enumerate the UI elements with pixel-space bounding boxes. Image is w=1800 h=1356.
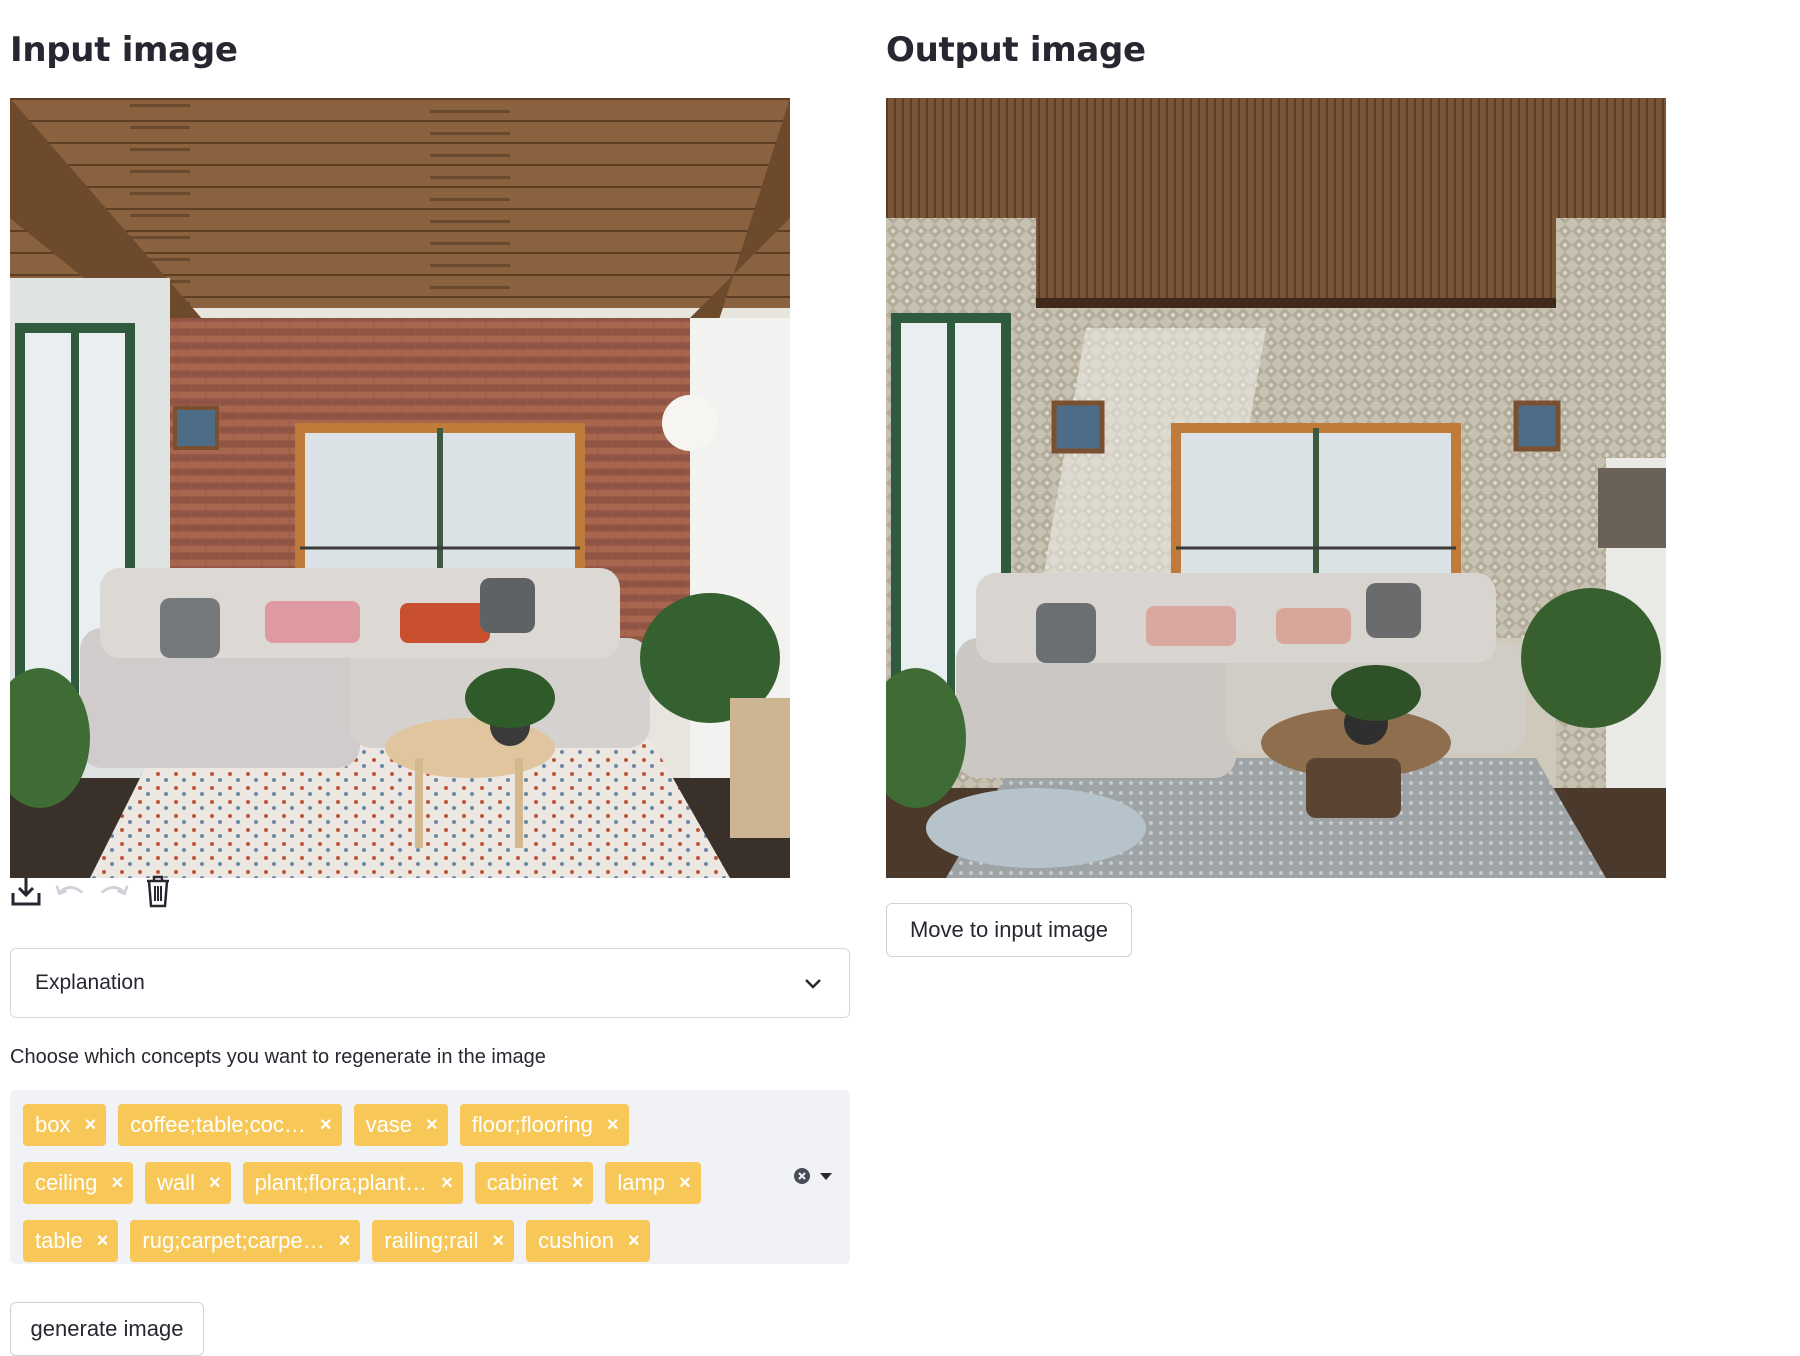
remove-tag-icon[interactable]: ×: [492, 1230, 504, 1253]
tag-table: table ×: [23, 1220, 119, 1262]
move-to-input-button[interactable]: Move to input image: [886, 903, 1132, 957]
tag-coffee-table: coffee;table;coc… ×: [118, 1104, 342, 1146]
concepts-multiselect[interactable]: box × coffee;table;coc… × vase × floor;floo…: [10, 1090, 850, 1264]
multiselect-controls: [793, 1167, 833, 1185]
tag-row: table × rug;carpet;carpe… × railing;rail × …: [23, 1220, 650, 1262]
remove-tag-icon[interactable]: ×: [628, 1230, 640, 1253]
remove-tag-icon[interactable]: ×: [320, 1114, 332, 1137]
output-image: [886, 98, 1666, 878]
remove-tag-icon[interactable]: ×: [679, 1172, 691, 1195]
remove-tag-icon[interactable]: ×: [441, 1172, 453, 1195]
tag-box: box ×: [23, 1104, 107, 1146]
input-image[interactable]: [10, 98, 790, 878]
tag-rug: rug;carpet;carpe… ×: [130, 1220, 361, 1262]
tag-lamp: lamp ×: [605, 1162, 701, 1204]
tag-row: ceiling × wall × plant;flora;plant… × cabin…: [23, 1162, 701, 1204]
remove-tag-icon[interactable]: ×: [209, 1172, 221, 1195]
chevron-down-icon: [805, 979, 821, 989]
input-image-heading: Input image: [10, 30, 238, 70]
remove-tag-icon[interactable]: ×: [426, 1114, 438, 1137]
tag-floor: floor;flooring ×: [459, 1104, 629, 1146]
tag-vase: vase ×: [353, 1104, 448, 1146]
generate-image-button[interactable]: generate image: [10, 1302, 204, 1356]
concepts-caption: Choose which concepts you want to regene…: [10, 1046, 546, 1068]
tag-plant: plant;flora;plant… ×: [242, 1162, 463, 1204]
explanation-label: Explanation: [35, 971, 145, 994]
tag-railing: railing;rail ×: [372, 1220, 515, 1262]
undo-icon[interactable]: [54, 873, 86, 909]
dropdown-arrow-icon[interactable]: [819, 1171, 833, 1181]
output-image-heading: Output image: [886, 30, 1146, 70]
tag-row: box × coffee;table;coc… × vase × floor;floo…: [23, 1104, 629, 1146]
download-icon[interactable]: [10, 873, 42, 909]
remove-tag-icon[interactable]: ×: [572, 1172, 584, 1195]
clear-all-icon[interactable]: [793, 1167, 811, 1185]
tag-cabinet: cabinet ×: [474, 1162, 594, 1204]
redo-icon[interactable]: [98, 873, 130, 909]
trash-icon[interactable]: [142, 873, 174, 909]
tag-wall: wall ×: [145, 1162, 231, 1204]
input-image-toolbar: [10, 873, 174, 909]
tag-ceiling: ceiling ×: [23, 1162, 134, 1204]
remove-tag-icon[interactable]: ×: [339, 1230, 351, 1253]
remove-tag-icon[interactable]: ×: [111, 1172, 123, 1195]
remove-tag-icon[interactable]: ×: [84, 1114, 96, 1137]
remove-tag-icon[interactable]: ×: [97, 1230, 109, 1253]
explanation-expander[interactable]: Explanation: [10, 948, 850, 1018]
remove-tag-icon[interactable]: ×: [607, 1114, 619, 1137]
tag-cushion: cushion ×: [526, 1220, 650, 1262]
